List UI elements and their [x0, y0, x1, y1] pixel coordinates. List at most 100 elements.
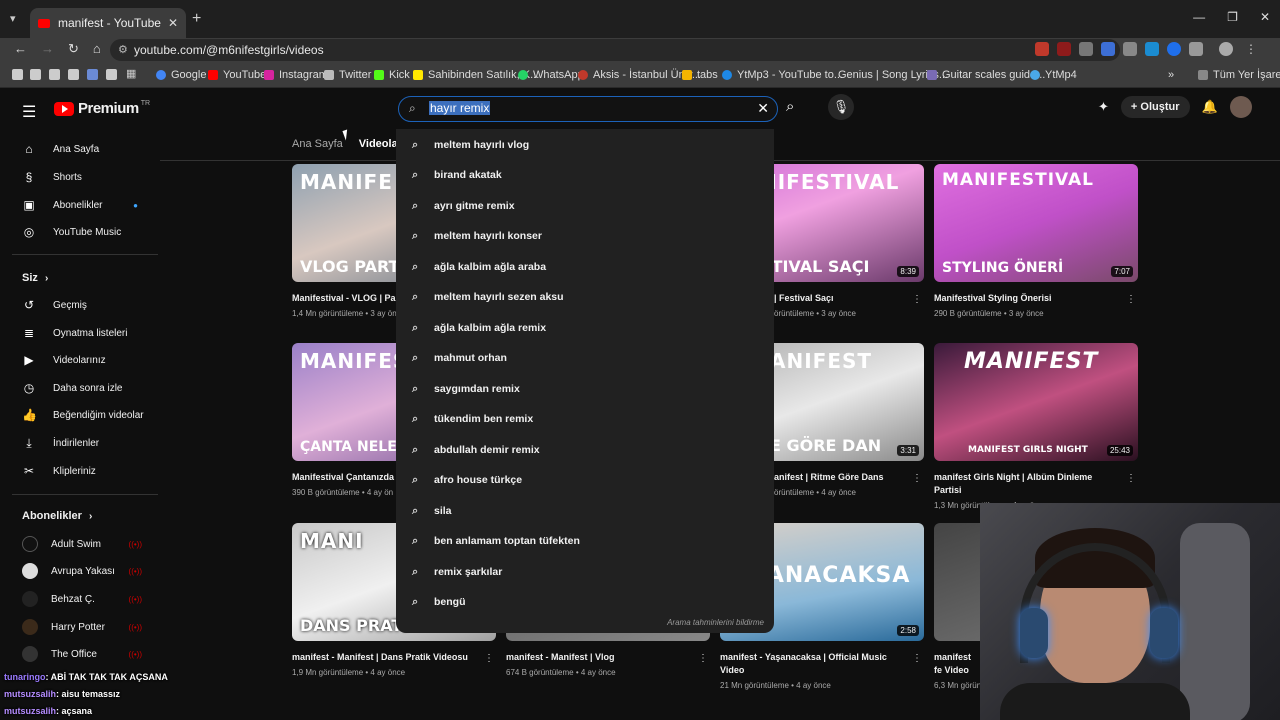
video-title[interactable]: manifest - Manifest | Vlog: [506, 651, 710, 664]
video-title[interactable]: manifest - Manifest | Dans Pratik Videos…: [292, 651, 496, 664]
browser-tab-active[interactable]: manifest - YouTube ✕: [30, 8, 186, 38]
tab-search-icon[interactable]: ▾: [10, 12, 16, 25]
sidebar-item-shorts[interactable]: § Shorts: [22, 166, 162, 188]
suggestion-item[interactable]: ⌕ remix şarkılar: [396, 557, 774, 587]
bookmark-twitter[interactable]: Twitter: [324, 69, 371, 81]
subscription-behzat-c[interactable]: Behzat Ç. ((•)): [22, 588, 162, 610]
video-thumbnail[interactable]: MANIFESTIVAL STYLING ÖNERİ 7:07: [934, 164, 1138, 282]
reload-icon[interactable]: ↻: [68, 41, 79, 57]
bookmark-google[interactable]: Google: [156, 69, 206, 81]
suggestion-item[interactable]: ⌕ meltem hayırlı vlog: [396, 130, 774, 160]
tp-extension-icon[interactable]: [1057, 42, 1071, 56]
search-button-icon[interactable]: ⌕: [786, 98, 794, 115]
youtube-logo[interactable]: Premium TR: [54, 100, 150, 117]
sidebar-item-clips[interactable]: ✂ Klipleriniz: [22, 460, 162, 482]
video-card[interactable]: MANIFEST MANIFEST GIRLS NIGHT 25:43 mani…: [934, 343, 1138, 510]
puzzle-extension-icon[interactable]: [1189, 42, 1203, 56]
abp-extension-icon[interactable]: [1035, 42, 1049, 56]
subscription-harry-potter[interactable]: Harry Potter ((•)): [22, 616, 162, 638]
report-suggestions-link[interactable]: Arama tahminlerini bildirme: [667, 618, 764, 627]
shield-extension-icon[interactable]: [1123, 42, 1137, 56]
more-actions-icon[interactable]: ⋮: [484, 653, 494, 664]
avatar[interactable]: [1229, 96, 1252, 118]
more-bookmarks-icon[interactable]: »: [1168, 69, 1174, 81]
sync-extension-icon[interactable]: [1145, 42, 1159, 56]
video-card[interactable]: MANIFESTIVAL STYLING ÖNERİ 7:07 Manifest…: [934, 164, 1138, 318]
suggestion-item[interactable]: ⌕ bengü: [396, 587, 774, 617]
suggestion-item[interactable]: ⌕ abdullah demir remix: [396, 435, 774, 465]
subscription-adult-swim[interactable]: Adult Swim ((•)): [22, 533, 162, 555]
video-title[interactable]: Manifestival Styling Önerisi: [934, 292, 1138, 305]
you-section-header[interactable]: Siz ›: [22, 272, 48, 284]
bookmark-kick[interactable]: Kick: [374, 69, 410, 81]
video-thumbnail[interactable]: MANIFEST MANIFEST GIRLS NIGHT 25:43: [934, 343, 1138, 461]
create-button[interactable]: + Oluştur: [1120, 96, 1190, 118]
bookmark-guitar[interactable]: Guitar scales guide...: [927, 69, 1045, 81]
suggestion-item[interactable]: ⌕ ağla kalbim ağla araba: [396, 252, 774, 282]
video-title[interactable]: manifest Girls Night | Albüm Dinleme Par…: [934, 471, 1138, 497]
sidebar-item-playlists[interactable]: ≣ Oynatma listeleri: [22, 322, 162, 344]
all-bookmarks[interactable]: Tüm Yer İşaretleri: [1198, 69, 1280, 81]
suggestion-item[interactable]: ⌕ ağla kalbim ağla remix: [396, 313, 774, 343]
sidebar-item-subscriptions[interactable]: ▣ Abonelikler ●: [22, 194, 162, 216]
clear-search-icon[interactable]: ✕: [757, 100, 769, 117]
suggestion-item[interactable]: ⌕ ayrı gitme remix: [396, 191, 774, 221]
back-icon[interactable]: ←: [14, 41, 27, 57]
bookmark-ytmp3[interactable]: YtMp3 - YouTube to...: [722, 69, 843, 81]
sidebar-item-liked-videos[interactable]: 👍 Beğendiğim videolar: [22, 404, 162, 426]
bookmark-instagram[interactable]: Instagram: [264, 69, 328, 81]
restore-icon[interactable]: ❐: [1227, 10, 1238, 24]
new-tab-icon[interactable]: +: [192, 10, 201, 28]
vpn-extension-icon[interactable]: [1167, 42, 1181, 56]
suggestion-item[interactable]: ⌕ birand akatak: [396, 160, 774, 190]
bookmark-whatsapp[interactable]: WhatsApp: [518, 69, 584, 81]
bookmark-icon[interactable]: [49, 69, 60, 80]
sidebar-item-youtube-music[interactable]: ◎ YouTube Music: [22, 221, 162, 243]
chat-spark-icon[interactable]: ✦: [1098, 99, 1109, 115]
chrome-menu-icon[interactable]: ⋮: [1245, 42, 1257, 56]
home-icon[interactable]: ⌂: [93, 41, 101, 57]
more-actions-icon[interactable]: ⋮: [912, 294, 922, 305]
address-bar[interactable]: ⚙ youtube.com/@m6nifestgirls/videos: [110, 39, 1120, 61]
voice-search-icon[interactable]: 🎙: [828, 94, 854, 120]
sidebar-item-home[interactable]: ⌂ Ana Sayfa: [22, 138, 162, 160]
translate-extension-icon[interactable]: [1101, 42, 1115, 56]
video-title[interactable]: manifest - Yaşanacaksa | Official Music …: [720, 651, 924, 677]
bookmark-icon[interactable]: [106, 69, 117, 80]
bookmark-youtube[interactable]: YouTube: [208, 69, 266, 81]
tab-home[interactable]: Ana Sayfa: [292, 138, 343, 150]
suggestion-item[interactable]: ⌕ meltem hayırlı sezen aksu: [396, 282, 774, 312]
notifications-icon[interactable]: 🔔: [1202, 99, 1218, 115]
more-actions-icon[interactable]: ⋮: [698, 653, 708, 664]
suggestion-item[interactable]: ⌕ sila: [396, 496, 774, 526]
subscription-the-office[interactable]: The Office ((•)): [22, 643, 162, 665]
zoom-extension-icon[interactable]: [1079, 42, 1093, 56]
search-input[interactable]: hayır remix: [429, 101, 491, 115]
sidebar-item-watch-later[interactable]: ◷ Daha sonra izle: [22, 377, 162, 399]
suggestion-item[interactable]: ⌕ afro house türkçe: [396, 465, 774, 495]
more-actions-icon[interactable]: ⋮: [1126, 294, 1136, 305]
forward-icon[interactable]: →: [41, 41, 54, 57]
bookmark-icon[interactable]: [68, 69, 79, 80]
sidebar-item-downloads[interactable]: ⤓ İndirilenler: [22, 432, 162, 454]
more-actions-icon[interactable]: ⋮: [912, 653, 922, 664]
site-info-icon[interactable]: ⚙: [118, 43, 128, 56]
suggestion-item[interactable]: ⌕ tükendim ben remix: [396, 404, 774, 434]
suggestion-item[interactable]: ⌕ mahmut orhan: [396, 343, 774, 373]
bookmark-tabs[interactable]: tabs: [682, 69, 718, 81]
subscription-avrupa-yakasi[interactable]: Avrupa Yakası ((•)): [22, 560, 162, 582]
suggestion-item[interactable]: ⌕ meltem hayırlı konser: [396, 221, 774, 251]
suggestion-item[interactable]: ⌕ saygımdan remix: [396, 374, 774, 404]
bookmark-icon[interactable]: [12, 69, 23, 80]
profile-icon[interactable]: [1219, 42, 1233, 56]
minimize-icon[interactable]: —: [1193, 10, 1205, 24]
bookmark-icon[interactable]: [30, 69, 41, 80]
apps-grid-icon[interactable]: ▦: [126, 67, 137, 80]
subscriptions-section-header[interactable]: Abonelikler ›: [22, 510, 92, 522]
menu-icon[interactable]: ☰: [22, 102, 36, 122]
tab-close-icon[interactable]: ✕: [168, 16, 178, 30]
more-actions-icon[interactable]: ⋮: [912, 473, 922, 484]
sidebar-item-your-videos[interactable]: ▶ Videolarınız: [22, 349, 162, 371]
suggestion-item[interactable]: ⌕ ben anlamam toptan tüfekten: [396, 526, 774, 556]
more-actions-icon[interactable]: ⋮: [1126, 473, 1136, 484]
